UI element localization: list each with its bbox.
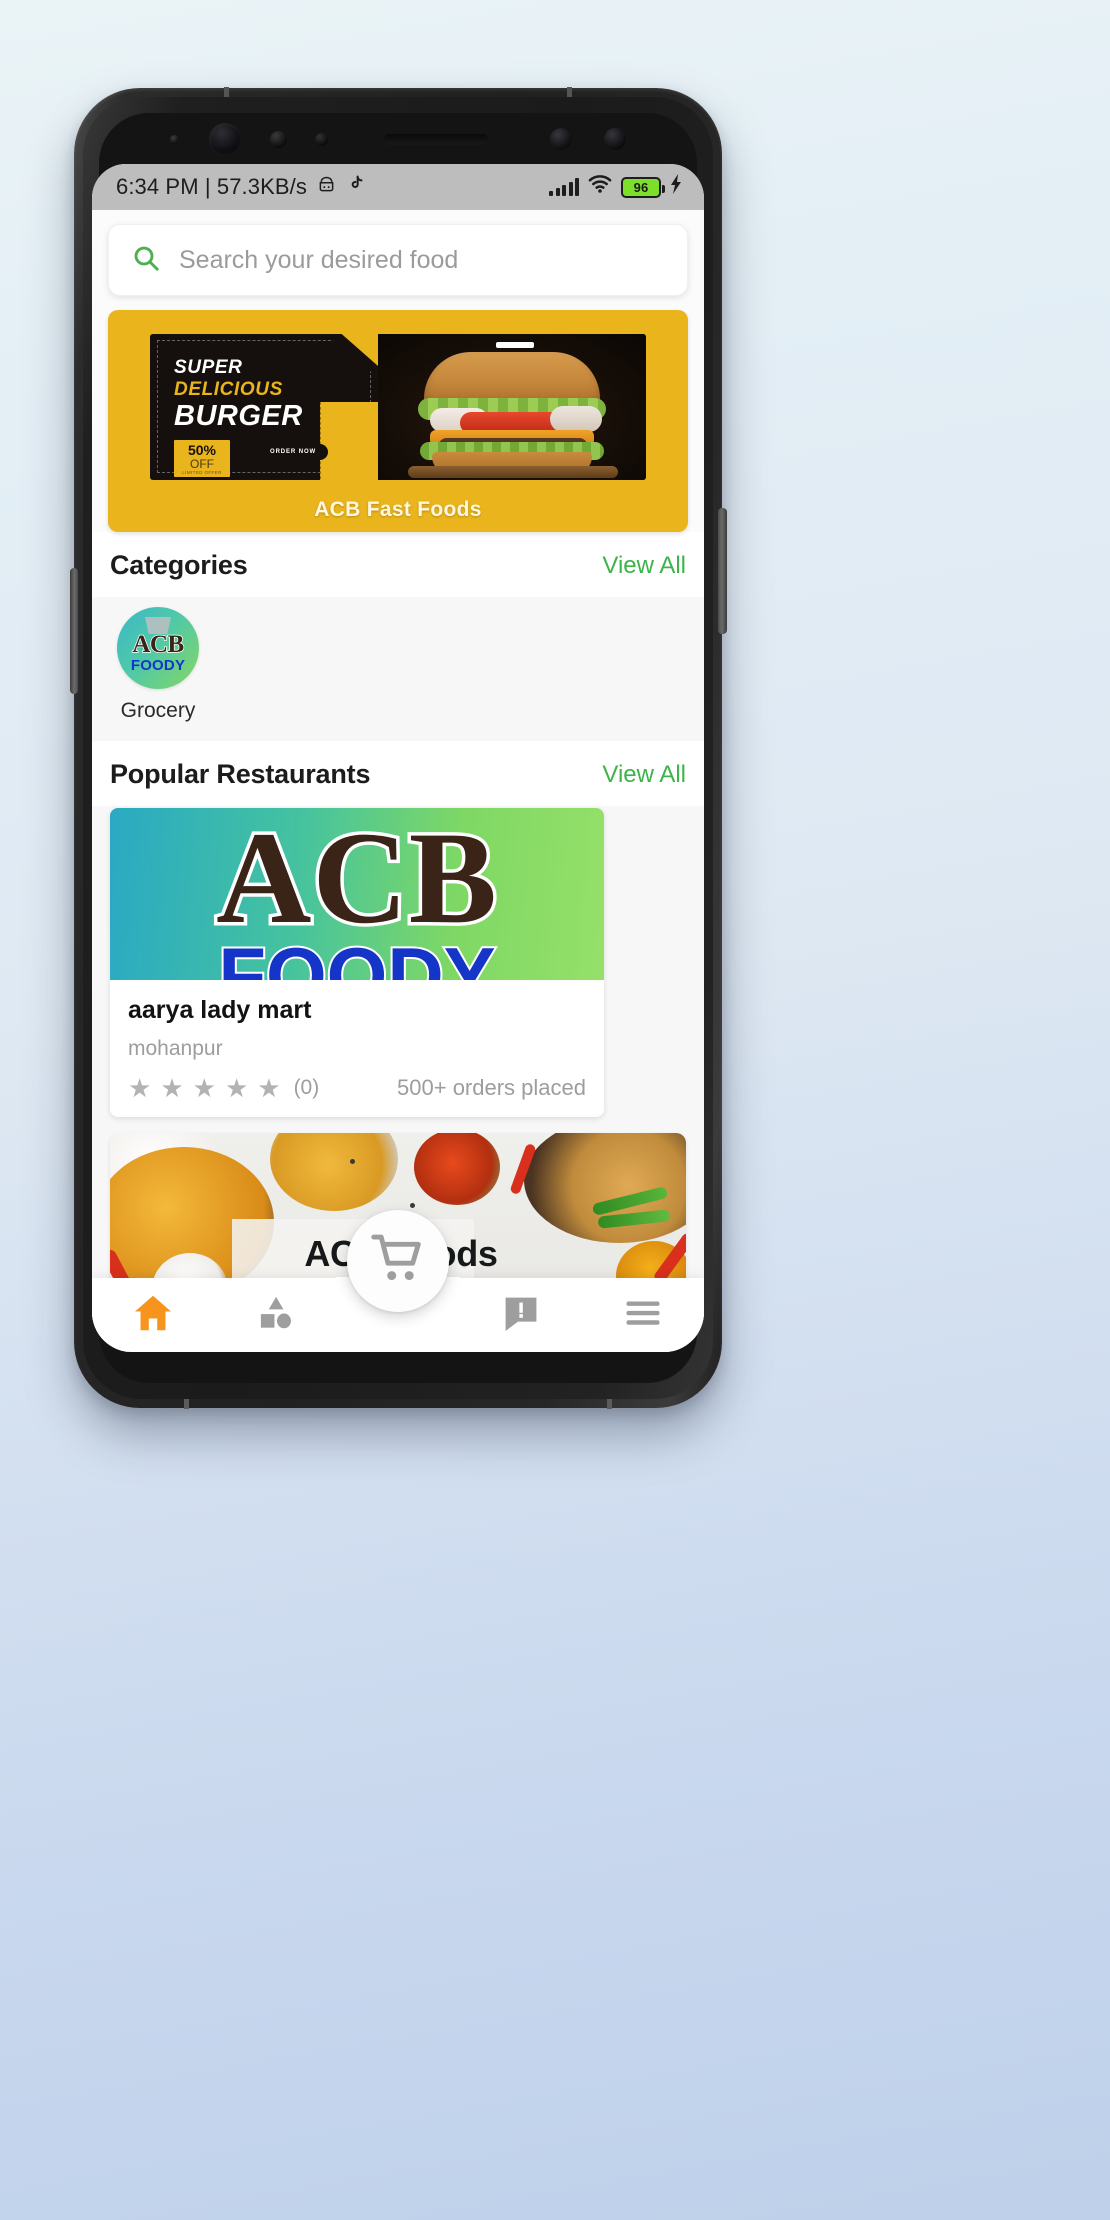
burger-serving-board [408, 466, 619, 478]
categories-title: Categories [110, 550, 248, 580]
category-logo-bottom: FOODY [130, 656, 186, 674]
category-logo: ACB FOODY [117, 607, 199, 689]
promo-discount-label: OFF [190, 456, 214, 471]
restaurant-card[interactable]: ACB FOODY aarya lady mart mohanpur ★ ★ ★… [110, 808, 604, 1117]
nav-item-messages[interactable] [460, 1291, 582, 1340]
burger-onion-right [550, 406, 603, 432]
star-icon: ★ [257, 1073, 281, 1103]
restaurants-view-all-link[interactable]: View All [602, 761, 686, 789]
shopping-cart-icon [370, 1231, 426, 1292]
status-bar: 6:34 PM | 57.3KB/s 96 [92, 164, 704, 210]
star-icon: ★ [128, 1073, 152, 1103]
nav-item-categories[interactable] [214, 1291, 336, 1340]
wifi-icon [588, 174, 612, 200]
restaurants-header: Popular Restaurants View All [92, 741, 704, 806]
charging-bolt-icon [670, 174, 684, 200]
star-icon: ★ [160, 1073, 184, 1103]
food-speck [410, 1203, 415, 1208]
search-icon [131, 243, 161, 278]
star-icon: ★ [224, 1073, 249, 1103]
shapes-icon [253, 1291, 297, 1340]
promo-order-now-button[interactable]: ORDER NOW [258, 444, 329, 460]
promo-line-3: BURGER [174, 400, 303, 432]
search-bar[interactable]: Search your desired food [108, 224, 688, 296]
hamburger-menu-icon [620, 1290, 666, 1341]
promo-text-panel: SUPER DELICIOUS BURGER 50% OFF LIMITED O… [150, 334, 405, 480]
restaurant-rating[interactable]: ★ ★ ★ ★ ★ (0) [128, 1075, 319, 1101]
promo-caption: ACB Fast Foods [314, 498, 482, 521]
battery-percent: 96 [633, 179, 649, 195]
signal-bars-icon [549, 178, 579, 196]
restaurant-meta-row: ★ ★ ★ ★ ★ (0) 500+ orders placed [128, 1075, 586, 1101]
phone-screen: 6:34 PM | 57.3KB/s 96 Search your desire… [92, 164, 704, 1352]
nav-item-home[interactable] [92, 1290, 214, 1341]
status-bar-right: 96 [549, 174, 684, 200]
battery-icon: 96 [621, 176, 665, 198]
cart-fab-button[interactable] [347, 1210, 449, 1312]
restaurant-cover-text-bottom: FOODY [216, 931, 497, 980]
restaurant-cover-text-top: ACB [213, 808, 501, 951]
category-item-grocery[interactable]: ACB FOODY Grocery [110, 607, 206, 723]
promo-banner-image: SUPER DELICIOUS BURGER 50% OFF LIMITED O… [150, 334, 646, 480]
promo-banner[interactable]: SUPER DELICIOUS BURGER 50% OFF LIMITED O… [108, 310, 688, 532]
restaurants-title: Popular Restaurants [110, 759, 371, 789]
food-speck [350, 1159, 355, 1164]
restaurant-orders-placed: 500+ orders placed [397, 1075, 586, 1100]
search-section: Search your desired food [92, 210, 704, 302]
status-bar-left: 6:34 PM | 57.3KB/s [116, 174, 549, 201]
restaurant-cover-image: ACB FOODY [110, 808, 604, 980]
promo-banner-section: SUPER DELICIOUS BURGER 50% OFF LIMITED O… [92, 302, 704, 532]
categories-header: Categories View All [92, 532, 704, 597]
restaurant-location: mohanpur [128, 1037, 223, 1060]
categories-list: ACB FOODY Grocery [92, 597, 704, 741]
restaurants-list: ACB FOODY aarya lady mart mohanpur ★ ★ ★… [92, 806, 704, 1133]
promo-discount-note: LIMITED OFFER [182, 470, 222, 476]
promo-discount-value: 50% [187, 442, 217, 458]
android-icon [316, 174, 337, 201]
category-item-label: Grocery [120, 699, 196, 722]
promo-burger-photo [378, 334, 646, 480]
promo-discount-badge: 50% OFF LIMITED OFFER [174, 440, 230, 478]
home-icon [130, 1290, 176, 1341]
status-time-and-speed: 6:34 PM | 57.3KB/s [116, 174, 307, 199]
categories-view-all-link[interactable]: View All [602, 552, 686, 580]
chat-alert-icon [499, 1291, 543, 1340]
tiktok-icon [346, 174, 366, 200]
food-chana-bowl [270, 1133, 398, 1211]
search-input[interactable]: Search your desired food [179, 246, 458, 275]
restaurant-review-count: (0) [293, 1076, 320, 1099]
promo-line-2: DELICIOUS [174, 379, 283, 400]
food-red-spice-bowl [414, 1133, 500, 1205]
promo-line-1: SUPER [174, 357, 243, 378]
category-logo-top: ACB [132, 630, 185, 658]
star-icon: ★ [192, 1073, 216, 1103]
nav-item-menu[interactable] [582, 1290, 704, 1341]
restaurant-name: aarya lady mart [128, 996, 312, 1024]
app-content: Search your desired food SUPER DELICIOUS… [92, 210, 704, 1352]
volume-button[interactable] [70, 568, 78, 694]
restaurant-card-info: aarya lady mart mohanpur ★ ★ ★ ★ ★ (0) 5… [110, 980, 604, 1117]
power-button[interactable] [718, 508, 727, 634]
phone-mockup: 6:34 PM | 57.3KB/s 96 Search your desire… [70, 87, 727, 1409]
burger-illustration [408, 346, 619, 478]
